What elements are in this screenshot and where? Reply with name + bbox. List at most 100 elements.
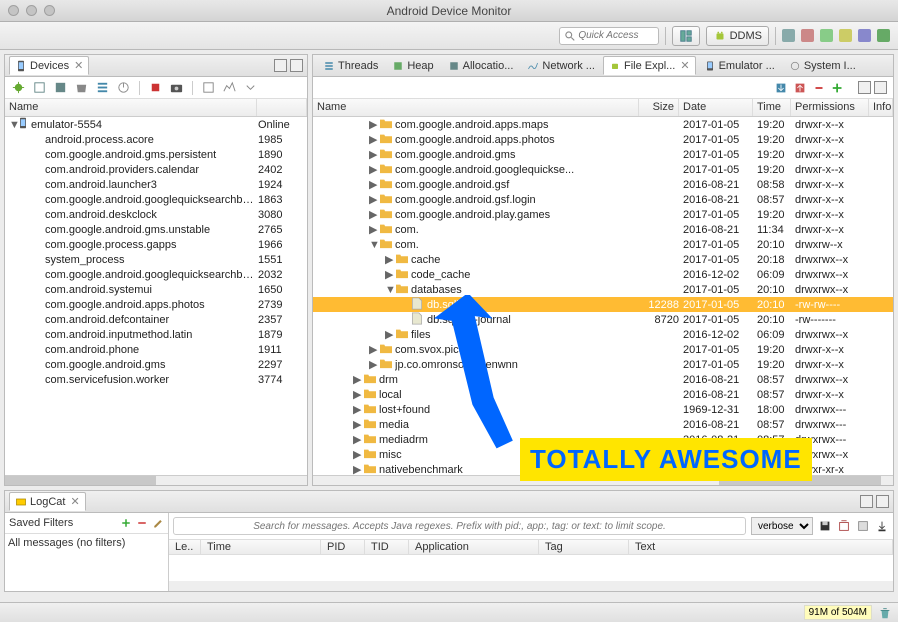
quick-access-search[interactable] — [559, 27, 659, 45]
file-row[interactable]: db.sqlite3-journal87202017-01-0520:10-rw… — [313, 312, 893, 327]
log-column[interactable]: Time — [201, 540, 321, 554]
device-row[interactable]: com.android.defcontainer2357 — [5, 312, 307, 327]
device-row[interactable]: android.process.acore1985 — [5, 132, 307, 147]
file-row[interactable]: ▶com.google.android.apps.maps2017-01-051… — [313, 117, 893, 132]
gc-icon[interactable] — [74, 80, 89, 95]
tab-emu[interactable]: Emulator ... — [698, 57, 781, 75]
maximize-view-button[interactable] — [874, 81, 887, 94]
delete-file-icon[interactable] — [812, 81, 826, 95]
file-row[interactable]: ▶com.google.android.googlequickse...2017… — [313, 162, 893, 177]
logcat-body[interactable] — [169, 555, 893, 581]
add-filter-icon[interactable] — [120, 517, 132, 529]
toolbar-icon[interactable] — [820, 29, 833, 42]
tab-sys[interactable]: System I... — [783, 57, 862, 75]
maximize-view-button[interactable] — [876, 495, 889, 508]
file-row[interactable]: ▶com.google.android.play.games2017-01-05… — [313, 207, 893, 222]
tab-file[interactable]: File Expl...✕ — [603, 56, 696, 75]
file-row[interactable]: ▶drm2016-08-2108:57drwxrwx--x — [313, 372, 893, 387]
systrace-icon[interactable] — [222, 80, 237, 95]
tab-net[interactable]: Network ... — [521, 57, 601, 75]
trash-icon[interactable] — [878, 606, 892, 620]
device-row[interactable]: com.google.android.gms.persistent1890 — [5, 147, 307, 162]
debug-icon[interactable] — [11, 80, 26, 95]
scroll-lock-icon[interactable] — [875, 519, 889, 533]
log-column[interactable]: Tag — [539, 540, 629, 554]
file-row[interactable]: ▶media2016-08-2108:57drwxrwx--- — [313, 417, 893, 432]
file-row[interactable]: ▼databases2017-01-0520:10drwxrwx--x — [313, 282, 893, 297]
screenshot-icon[interactable] — [169, 80, 184, 95]
device-row[interactable]: system_process1551 — [5, 252, 307, 267]
minimize-view-button[interactable] — [858, 81, 871, 94]
toolbar-icon[interactable] — [801, 29, 814, 42]
file-row[interactable]: ▶code_cache2016-12-0206:09drwxrwx--x — [313, 267, 893, 282]
toolbar-icon[interactable] — [839, 29, 852, 42]
new-folder-icon[interactable] — [831, 81, 845, 95]
display-filters-icon[interactable] — [856, 519, 870, 533]
devices-tree[interactable]: ▼emulator-5554Onlineandroid.process.acor… — [5, 117, 307, 475]
device-row[interactable]: com.google.process.gapps1966 — [5, 237, 307, 252]
file-row[interactable]: ▶com.2016-08-2111:34drwxr-x--x — [313, 222, 893, 237]
heap-dump-icon[interactable] — [53, 80, 68, 95]
minimize-view-button[interactable] — [860, 495, 873, 508]
toolbar-icon[interactable] — [877, 29, 890, 42]
file-row[interactable]: ▶mediadrm2016-08-2108:57drwxrwx--- — [313, 432, 893, 447]
pull-file-icon[interactable] — [774, 81, 788, 95]
close-tab-icon[interactable]: ✕ — [74, 59, 83, 72]
minimize-view-button[interactable] — [274, 59, 287, 72]
filter-list[interactable]: All messages (no filters) — [5, 534, 168, 591]
remove-filter-icon[interactable] — [136, 517, 148, 529]
logcat-search-input[interactable] — [173, 517, 746, 535]
tab-heap[interactable]: Heap — [386, 57, 439, 75]
log-column[interactable]: Application — [409, 540, 539, 554]
device-row[interactable]: com.android.providers.calendar2402 — [5, 162, 307, 177]
file-row[interactable]: ▶local2016-08-2108:57drwxr-x--x — [313, 387, 893, 402]
device-row[interactable]: com.android.inputmethod.latin1879 — [5, 327, 307, 342]
open-perspective-button[interactable] — [672, 26, 700, 46]
method-profiling-icon[interactable] — [116, 80, 131, 95]
device-row[interactable]: com.google.android.apps.photos2739 — [5, 297, 307, 312]
ddms-perspective-button[interactable]: DDMS — [706, 26, 769, 46]
device-row[interactable]: com.google.android.gms2297 — [5, 357, 307, 372]
file-row[interactable]: ▶com.google.android.gms2017-01-0519:20dr… — [313, 147, 893, 162]
file-row[interactable]: ▶jp.co.omronsoft.openwnn2017-01-0519:20d… — [313, 357, 893, 372]
file-row[interactable]: ▶com.svox.pico2017-01-0519:20drwxr-x--x — [313, 342, 893, 357]
tab-threads[interactable]: Threads — [317, 57, 384, 75]
clear-log-icon[interactable] — [837, 519, 851, 533]
device-row[interactable]: com.google.android.googlequicksearchbox:… — [5, 192, 307, 207]
file-row[interactable]: ▶misc2016-08-2108:57drwxrwx--x — [313, 447, 893, 462]
horizontal-scrollbar[interactable] — [5, 475, 307, 485]
device-row[interactable]: ▼emulator-5554Online — [5, 117, 307, 132]
thread-update-icon[interactable] — [95, 80, 110, 95]
log-column[interactable]: Text — [629, 540, 893, 554]
device-row[interactable]: com.google.android.googlequicksearchbox:… — [5, 267, 307, 282]
close-tab-icon[interactable]: ✕ — [70, 495, 79, 508]
file-row[interactable]: ▶lost+found1969-12-3118:00drwxrwx--- — [313, 402, 893, 417]
log-column[interactable]: PID — [321, 540, 365, 554]
log-column[interactable]: Le.. — [169, 540, 201, 554]
edit-filter-icon[interactable] — [152, 517, 164, 529]
stop-icon[interactable] — [148, 80, 163, 95]
device-row[interactable]: com.android.launcher31924 — [5, 177, 307, 192]
file-row[interactable]: ▼com.2017-01-0520:10drwxrw--x — [313, 237, 893, 252]
maximize-view-button[interactable] — [290, 59, 303, 72]
push-file-icon[interactable] — [793, 81, 807, 95]
log-level-select[interactable]: verbose — [751, 517, 813, 535]
view-menu-icon[interactable] — [243, 80, 258, 95]
horizontal-scrollbar[interactable] — [169, 581, 893, 591]
device-row[interactable]: com.google.android.gms.unstable2765 — [5, 222, 307, 237]
device-row[interactable]: com.android.phone1911 — [5, 342, 307, 357]
devices-tab[interactable]: Devices ✕ — [9, 56, 89, 75]
file-row[interactable]: ▶com.google.android.gsf2016-08-2108:58dr… — [313, 177, 893, 192]
tab-alloc[interactable]: Allocatio... — [442, 57, 520, 75]
file-row[interactable]: ▶cache2017-01-0520:18drwxrwx--x — [313, 252, 893, 267]
horizontal-scrollbar[interactable] — [313, 475, 893, 485]
close-tab-icon[interactable]: ✕ — [680, 59, 689, 72]
logcat-tab[interactable]: LogCat ✕ — [9, 492, 86, 511]
save-log-icon[interactable] — [818, 519, 832, 533]
file-row[interactable]: ▶nativebenchmark2016-07-2015:32drwxr-xr-… — [313, 462, 893, 475]
file-row[interactable]: ▶com.google.android.gsf.login2016-08-210… — [313, 192, 893, 207]
file-row[interactable]: ▶files2016-12-0206:09drwxrwx--x — [313, 327, 893, 342]
file-row[interactable]: ▶com.google.android.apps.photos2017-01-0… — [313, 132, 893, 147]
device-row[interactable]: com.servicefusion.worker3774 — [5, 372, 307, 387]
device-row[interactable]: com.android.systemui1650 — [5, 282, 307, 297]
